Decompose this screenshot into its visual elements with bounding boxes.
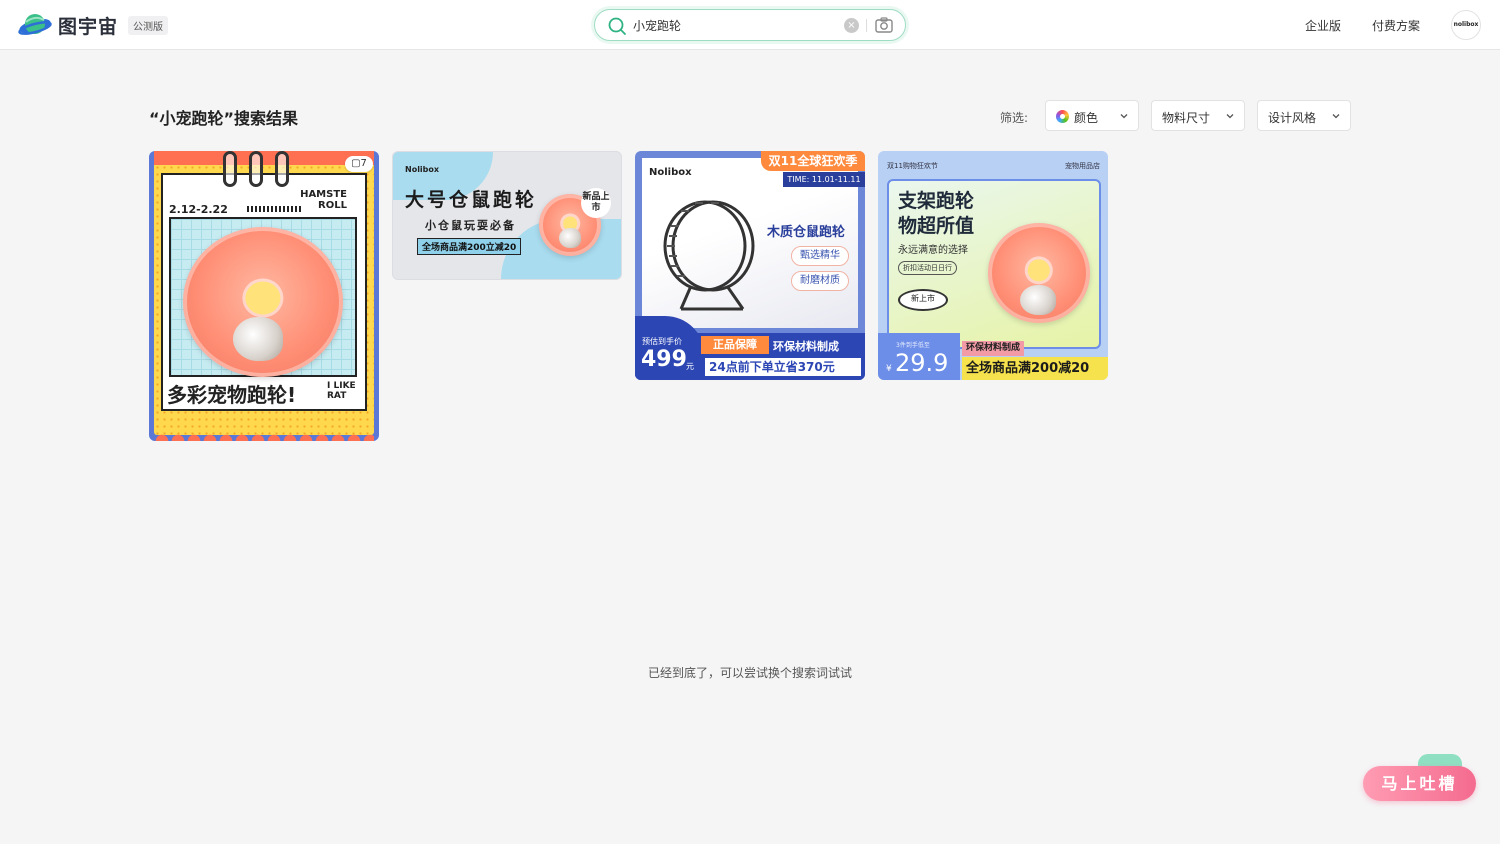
camera-icon[interactable] (875, 17, 893, 33)
planet-logo-icon (18, 14, 52, 35)
card-title: 大号仓鼠跑轮 (405, 189, 538, 211)
price-unit: 元 (686, 362, 694, 371)
avatar[interactable]: nolibox (1451, 10, 1481, 40)
binder-ring-icon (249, 151, 263, 187)
title-line: 物超所值 (898, 215, 975, 237)
price-value: 499 (641, 347, 687, 372)
stripe-decoration (247, 206, 301, 212)
result-card-1[interactable]: 2.12-2.22 HAMSTE ROLL 多彩宠物跑轮! I LIKE RAT… (149, 151, 379, 441)
page-count-badge: ▢7 (345, 156, 373, 172)
beta-badge: 公测版 (128, 15, 169, 35)
binder-ring-icon (223, 151, 237, 187)
chevron-down-icon (1226, 114, 1234, 119)
search-box[interactable]: × (594, 9, 906, 41)
filter-label-style: 设计风格 (1268, 111, 1317, 125)
brand-name: Nolibox (649, 167, 692, 178)
price-value: 29.9 (895, 349, 949, 377)
top-navigation-bar: 图宇宙 公测版 × 企业版 付费方案 nolibox (0, 0, 1500, 50)
card-subtitle: 永远满意的选择 (898, 245, 968, 256)
card-subtitle: 小仓鼠玩耍必备 (425, 219, 516, 232)
end-of-results-text: 已经到底了，可以尝试换个搜索词试试 (647, 666, 852, 680)
logo-text: 图宇宙 (58, 15, 119, 38)
deal-text: 24点前下单立省370元 (705, 358, 861, 376)
hamster-image (1020, 285, 1056, 315)
event-tag: 双11全球狂欢季 (761, 151, 865, 171)
result-card-2[interactable]: Nolibox 大号仓鼠跑轮 小仓鼠玩耍必备 全场商品满200立减20 新品上市 (392, 151, 622, 280)
search-divider (866, 19, 867, 32)
event-label: 双11购物狂欢节 (887, 162, 938, 170)
guarantee-tag: 正品保障 (701, 336, 769, 354)
new-badge: 新品上市 (581, 188, 611, 218)
card-title: 木质仓鼠跑轮 (767, 225, 846, 240)
eco-text: 环保材料制成 (773, 340, 839, 353)
color-wheel-icon (1056, 110, 1069, 123)
deal-text: 全场商品满200减20 (962, 357, 1108, 380)
store-label: 宠物用品店 (1065, 162, 1100, 170)
card-like-text: I LIKE RAT (327, 381, 356, 401)
promo-banner: 全场商品满200立减20 (417, 238, 522, 255)
card-title: 支架跑轮 物超所值 (898, 189, 974, 239)
search-icon (608, 17, 626, 35)
enterprise-link[interactable]: 企业版 (1305, 17, 1341, 34)
color-filter-dropdown[interactable]: 颜色 (1045, 100, 1139, 131)
card-top-band (154, 151, 374, 165)
card-tagline: HAMSTE ROLL (300, 189, 347, 211)
chevron-down-icon (1332, 114, 1340, 119)
page-title: “小宠跑轮”搜索结果 (149, 109, 299, 128)
result-card-4[interactable]: 双11购物狂欢节 宠物用品店 支架跑轮 物超所值 永远满意的选择 折扣活动日日行… (878, 151, 1108, 380)
filter-label: 筛选: (1000, 111, 1029, 125)
feature-pill: 耐磨材质 (791, 271, 849, 291)
clear-search-icon[interactable]: × (844, 18, 859, 33)
logo[interactable]: 图宇宙 公测版 (18, 11, 169, 39)
promo-pill: 折扣活动日日行 (898, 261, 957, 275)
filter-label-size: 物料尺寸 (1162, 111, 1211, 125)
hamster-image (559, 228, 581, 248)
brand-name: Nolibox (405, 165, 440, 174)
card-date: 2.12-2.22 (169, 203, 228, 216)
feedback-button[interactable]: 马上吐槽 (1363, 766, 1476, 801)
wooden-wheel-image (663, 200, 755, 311)
binder-ring-icon (275, 151, 289, 187)
pricing-link[interactable]: 付费方案 (1372, 17, 1420, 34)
result-card-3[interactable]: 双11全球狂欢季 TIME: 11.01-11.11 Nolibox 木质仓鼠跑… (635, 151, 865, 380)
title-line: 支架跑轮 (898, 190, 975, 212)
event-time: TIME: 11.01-11.11 (783, 172, 865, 187)
style-filter-dropdown[interactable]: 设计风格 (1257, 100, 1351, 131)
currency-symbol: ¥ (886, 364, 892, 374)
filter-label-color: 颜色 (1074, 111, 1099, 125)
size-filter-dropdown[interactable]: 物料尺寸 (1151, 100, 1245, 131)
scallop-decoration (154, 431, 374, 441)
price-label: 3件到手低至 (896, 342, 930, 349)
eco-tag: 环保材料制成 (962, 341, 1025, 356)
price-label: 预估到手价 (642, 337, 682, 346)
hamster-image (233, 317, 283, 361)
feature-pill: 甄选精华 (791, 246, 849, 266)
new-badge: 新上市 (898, 289, 948, 311)
chevron-down-icon (1120, 114, 1128, 119)
search-input[interactable] (633, 16, 833, 34)
